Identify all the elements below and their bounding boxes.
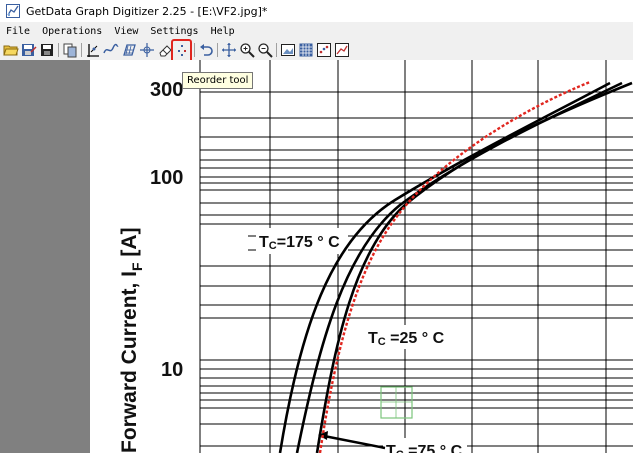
points-window-icon[interactable] xyxy=(316,42,332,58)
curve-label-175-rest: =175 ° C xyxy=(277,234,340,251)
curve-label-25-rest: =25 ° C xyxy=(386,330,445,347)
menu-help[interactable]: Help xyxy=(211,26,235,37)
toolbar xyxy=(0,40,633,60)
curve-label-75-sub: C xyxy=(396,449,404,453)
y-tick-10: 10 xyxy=(161,359,183,381)
curve-label-75-rest: =75 ° C xyxy=(404,443,463,453)
toolbar-separator xyxy=(276,43,277,57)
y-axis-label-unit: [A] xyxy=(118,227,141,262)
copy-icon[interactable] xyxy=(62,42,78,58)
pan-icon[interactable] xyxy=(221,42,237,58)
point-capture-icon[interactable] xyxy=(139,42,155,58)
menu-operations[interactable]: Operations xyxy=(42,26,102,37)
toolbar-separator xyxy=(81,43,82,57)
curve-label-175-main: T xyxy=(259,234,269,251)
digitize-area-icon[interactable] xyxy=(121,42,137,58)
graph-image[interactable]: 300 100 10 Forward Current, IF [A] TC=17… xyxy=(0,60,633,453)
plot-window-icon[interactable] xyxy=(334,42,350,58)
curve-label-25-sub: C xyxy=(378,336,386,348)
image-icon[interactable] xyxy=(280,42,296,58)
undo-icon[interactable] xyxy=(198,42,214,58)
reorder-tooltip: Reorder tool xyxy=(182,72,254,89)
grid-icon[interactable] xyxy=(298,42,314,58)
toolbar-separator xyxy=(58,43,59,57)
y-axis-label-main: Forward Current, I xyxy=(118,271,141,453)
graph-background xyxy=(90,60,633,453)
menu-bar: File Operations View Settings Help xyxy=(0,22,633,40)
title-bar: GetData Graph Digitizer 2.25 - [E:\VF2.j… xyxy=(0,0,633,22)
window-title: GetData Graph Digitizer 2.25 - [E:\VF2.j… xyxy=(26,4,268,18)
toolbar-separator xyxy=(217,43,218,57)
curve-label-25-main: T xyxy=(368,330,378,347)
y-tick-100: 100 xyxy=(150,167,183,189)
zoom-in-icon[interactable] xyxy=(239,42,255,58)
app-icon xyxy=(6,4,20,18)
save-icon[interactable] xyxy=(39,42,55,58)
y-axis-label: Forward Current, IF [A] xyxy=(118,227,145,453)
curve-label-75-main: T xyxy=(386,443,396,453)
auto-trace-lines-icon[interactable] xyxy=(103,42,119,58)
menu-view[interactable]: View xyxy=(114,26,138,37)
toolbar-separator xyxy=(194,43,195,57)
save-as-icon[interactable] xyxy=(21,42,37,58)
curve-label-175-sub: C xyxy=(269,240,277,252)
open-icon[interactable] xyxy=(3,42,19,58)
y-tick-300: 300 xyxy=(150,79,183,101)
axis-points-icon[interactable] xyxy=(85,42,101,58)
menu-file[interactable]: File xyxy=(6,26,30,37)
zoom-out-icon[interactable] xyxy=(257,42,273,58)
menu-settings[interactable]: Settings xyxy=(150,26,198,37)
